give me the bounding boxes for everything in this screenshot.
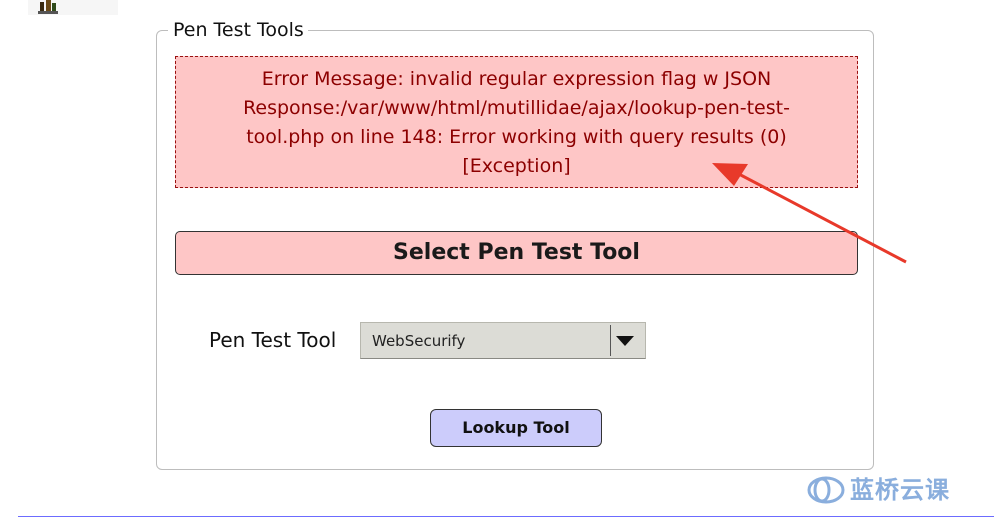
watermark: 蓝桥云课: [806, 474, 986, 506]
lookup-tool-button[interactable]: Lookup Tool: [430, 409, 602, 447]
fieldset-legend: Pen Test Tools: [168, 18, 308, 42]
section-header: Select Pen Test Tool: [175, 231, 858, 275]
watermark-logo-icon: [807, 476, 845, 504]
select-value: WebSecurify: [372, 332, 466, 350]
select-divider: [610, 325, 611, 356]
error-message: Error Message: invalid regular expressio…: [175, 56, 858, 188]
pen-test-tool-label: Pen Test Tool: [209, 328, 337, 352]
logo-icon: [38, 0, 58, 14]
watermark-text: 蓝桥云课: [850, 476, 950, 504]
pen-test-tool-select[interactable]: WebSecurify: [360, 322, 646, 359]
bottom-divider: [18, 516, 994, 517]
dropdown-arrow-icon[interactable]: [616, 336, 634, 346]
